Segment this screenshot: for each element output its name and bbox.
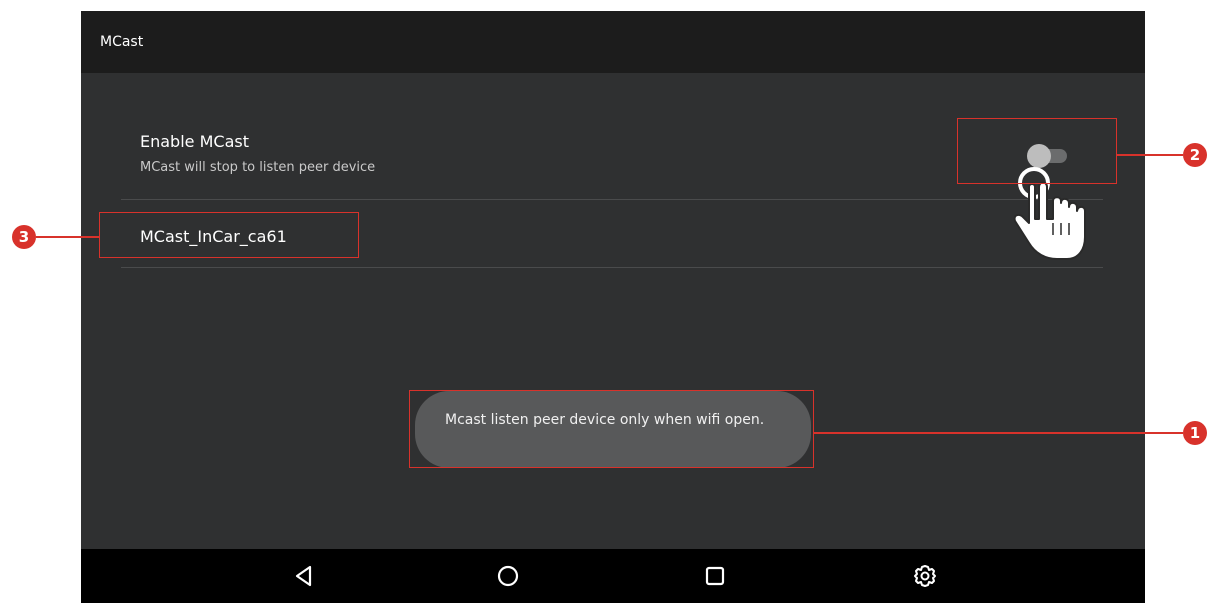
callout-1-badge: 1 [1183, 421, 1207, 445]
title-bar: MCast [81, 11, 1145, 73]
callout-3-badge: 3 [12, 225, 36, 249]
callout-3-line [36, 236, 99, 238]
callout-3-box [99, 212, 359, 258]
back-icon[interactable] [289, 561, 319, 591]
divider [121, 199, 1103, 200]
enable-mcast-title: Enable MCast [140, 132, 249, 151]
settings-icon[interactable] [910, 561, 940, 591]
enable-mcast-summary: MCast will stop to listen peer device [140, 160, 376, 175]
divider [121, 267, 1103, 268]
callout-2-badge: 2 [1183, 143, 1207, 167]
navigation-bar [81, 549, 1145, 603]
figure: MCast Enable MCast MCast will stop to li… [0, 0, 1208, 603]
callout-1-line [814, 432, 1183, 434]
callout-1-box [409, 390, 814, 468]
callout-2-box [957, 118, 1117, 184]
callout-2-line [1117, 154, 1183, 156]
recents-icon[interactable] [700, 561, 730, 591]
app-title: MCast [100, 34, 144, 50]
device-screen: MCast Enable MCast MCast will stop to li… [81, 11, 1145, 603]
home-icon[interactable] [493, 561, 523, 591]
